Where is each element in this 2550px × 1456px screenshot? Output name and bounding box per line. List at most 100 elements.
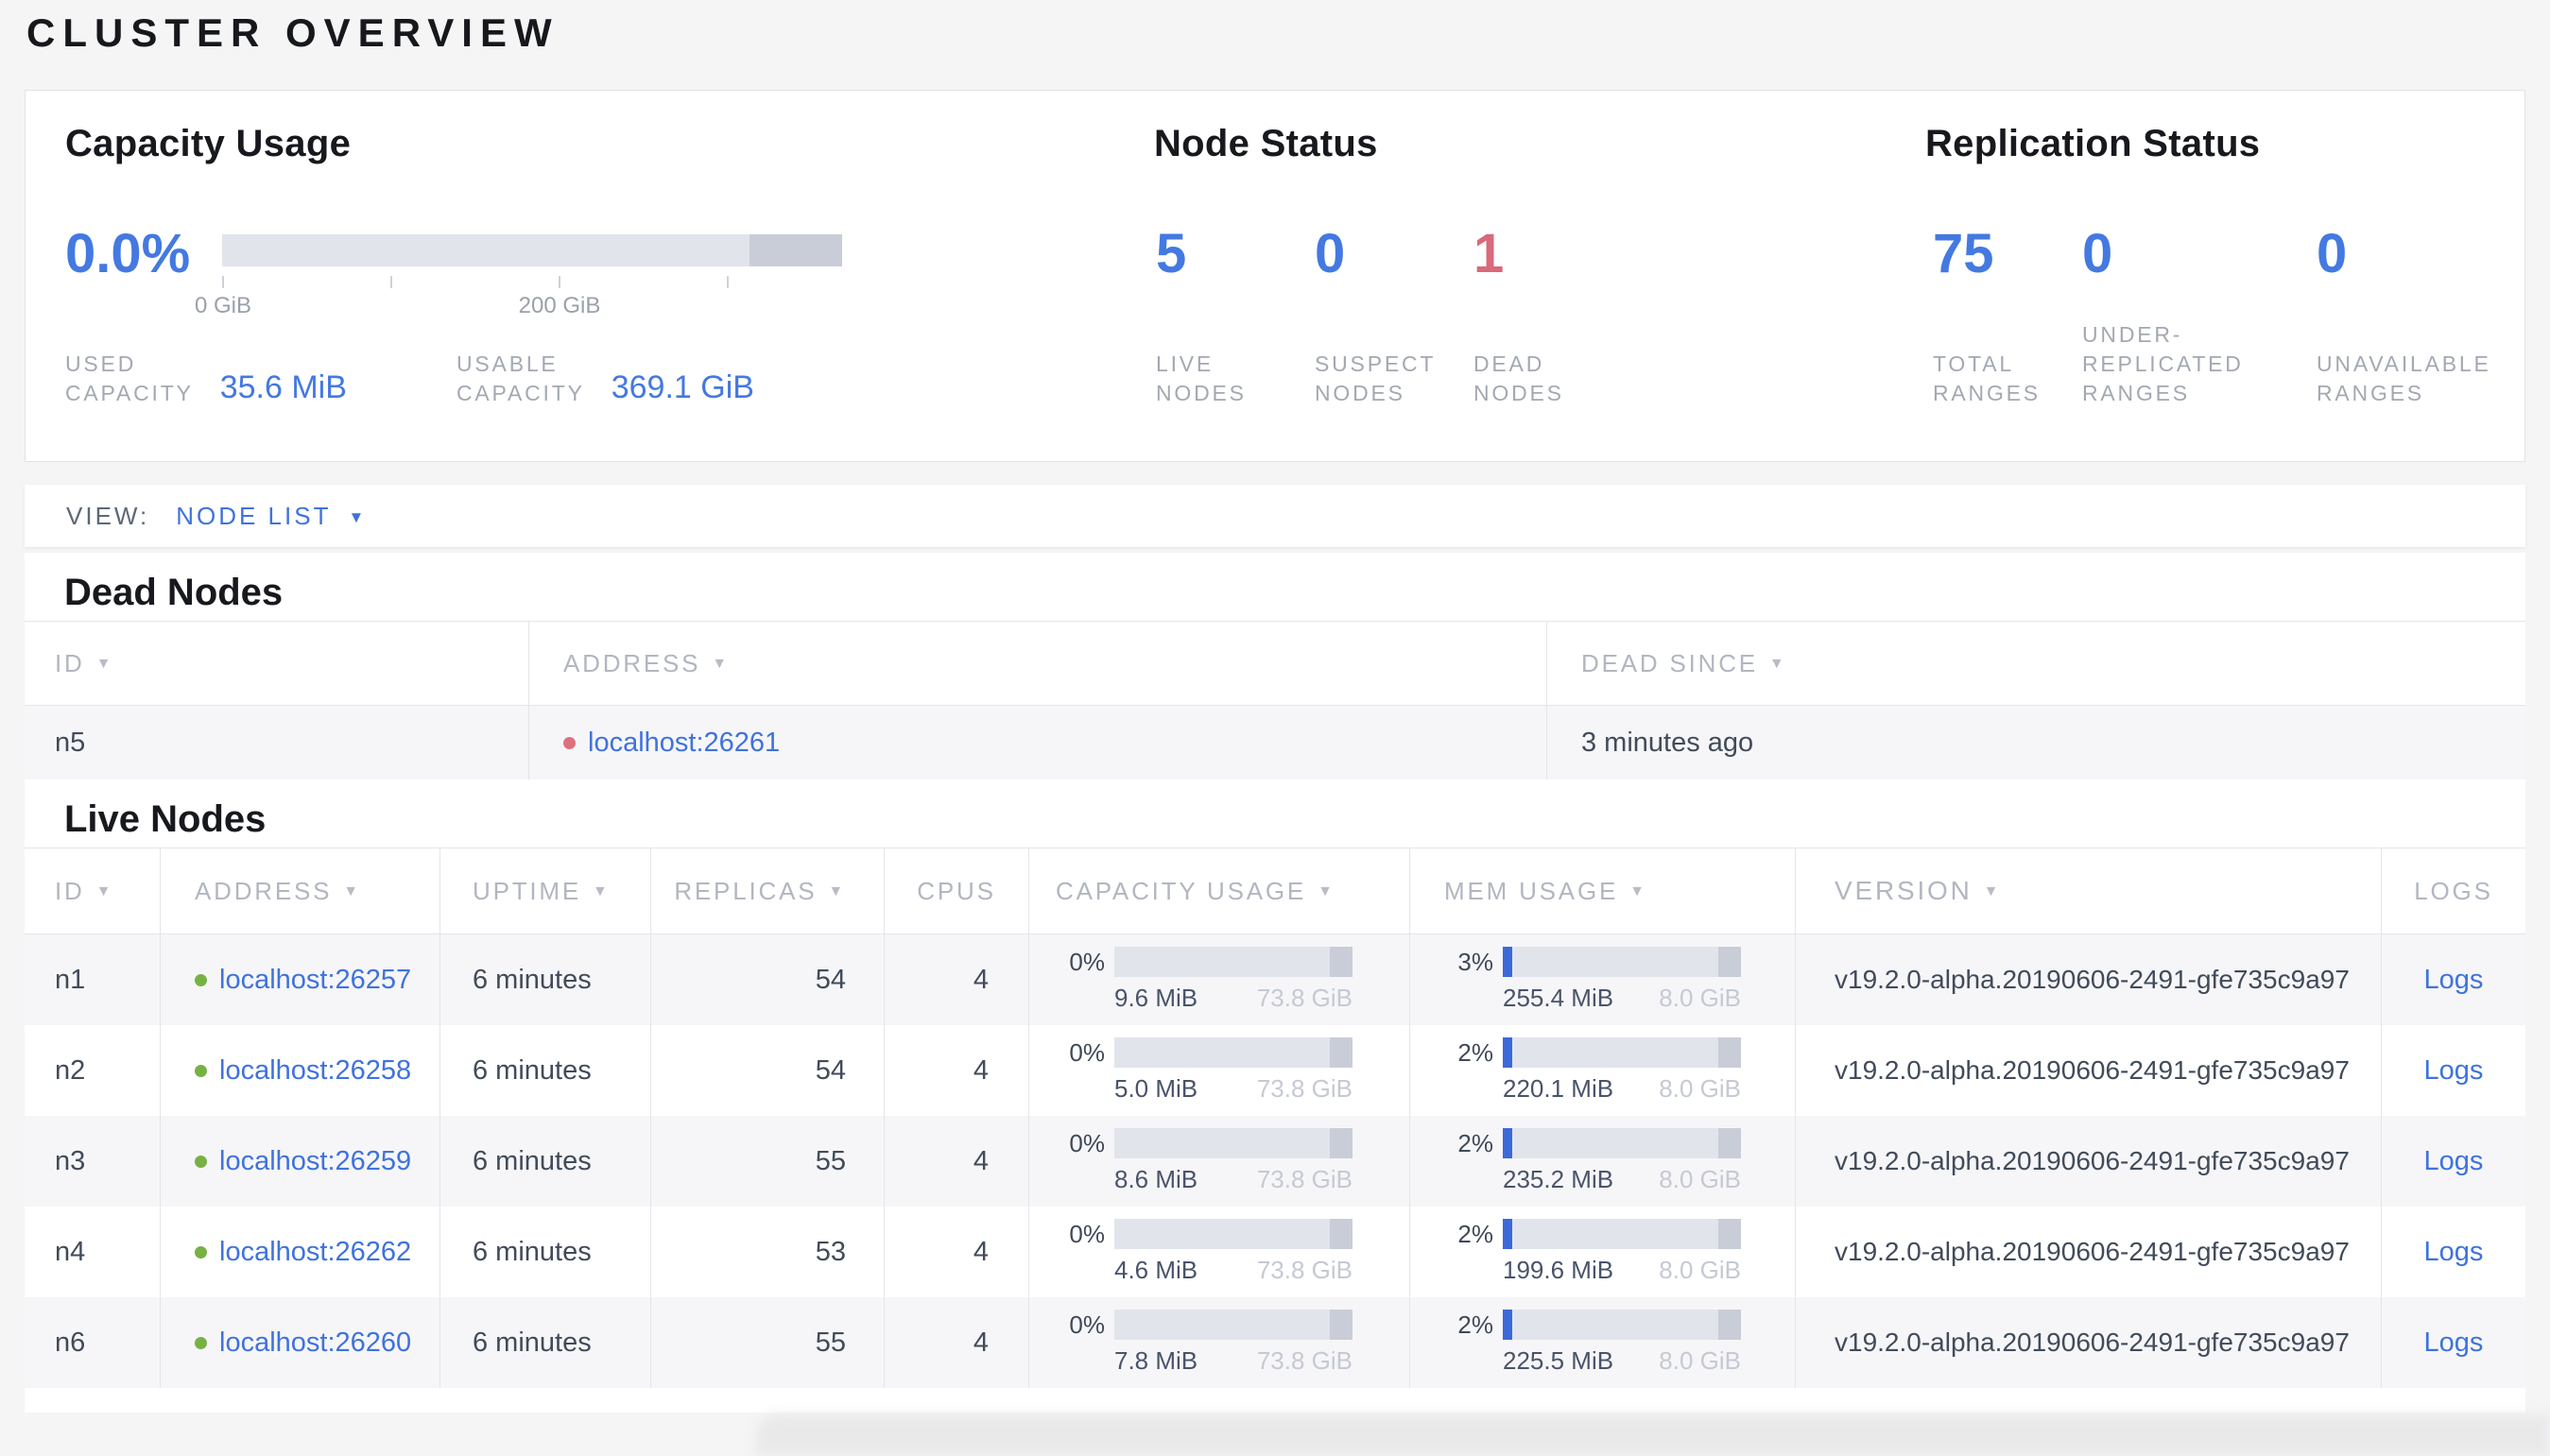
capacity-percent: 0% [1069, 1037, 1105, 1067]
live-status-dot-icon [195, 1155, 207, 1168]
capacity-usage-percent: 0.0% [65, 223, 191, 284]
mem-usage-cell: 3% 255.4 MiB 8.0 GiB [1410, 934, 1796, 1025]
node-address-link[interactable]: localhost:26258 [219, 1055, 411, 1087]
page-title: CLUSTER OVERVIEW [26, 10, 560, 55]
node-address-cell: localhost:26259 [161, 1116, 440, 1207]
mem-usage-cell: 2% 225.5 MiB 8.0 GiB [1410, 1297, 1796, 1388]
cpus-cell: 4 [885, 1207, 1029, 1297]
capacity-used-value: 8.6 MiB [1114, 1165, 1198, 1193]
capacity-usage-title: Capacity Usage [65, 123, 352, 164]
mem-used-value: 225.5 MiB [1503, 1346, 1614, 1375]
unavailable-ranges-label: UNAVAILABLE RANGES [2317, 351, 2491, 405]
axis-tick [559, 276, 560, 288]
sort-arrow-icon: ▼ [1768, 656, 1787, 672]
capacity-used-value: 7.8 MiB [1114, 1346, 1198, 1375]
replicas-cell: 55 [651, 1297, 885, 1388]
column-header-id[interactable]: ID ▼ [25, 848, 161, 934]
cluster-summary-panel: Capacity Usage 0.0% 0 GiB 200 GiB USED C… [25, 90, 2525, 462]
node-address-link[interactable]: localhost:26259 [219, 1146, 411, 1177]
node-id-cell: n4 [25, 1207, 161, 1297]
mem-total-value: 8.0 GiB [1659, 1074, 1741, 1103]
capacity-bar-marker [1330, 1219, 1353, 1249]
sort-arrow-icon: ▼ [95, 656, 114, 672]
node-address-cell: localhost:26257 [161, 934, 440, 1025]
capacity-bar [1114, 1219, 1353, 1249]
column-header-replicas[interactable]: REPLICAS ▼ [651, 848, 885, 934]
total-ranges-stat: 75 TOTAL RANGES [1933, 91, 2082, 461]
column-header-capacity-usage[interactable]: CAPACITY USAGE ▼ [1029, 848, 1410, 934]
sort-arrow-icon: ▼ [1983, 883, 2002, 899]
live-nodes-table-header: ID ▼ ADDRESS ▼ UPTIME ▼ REPLICAS ▼ CPUS CAPA… [25, 848, 2525, 934]
view-selector-dropdown[interactable]: NODE LIST ▼ [176, 502, 367, 531]
dead-nodes-table: ID ▼ ADDRESS ▼ DEAD SINCE ▼ n5 localhost:26… [25, 621, 2525, 779]
logs-cell: Logs [2382, 934, 2525, 1025]
live-node-row: n3 localhost:26259 6 minutes 55 4 0% 8.6… [25, 1116, 2525, 1207]
node-address-cell: localhost:26262 [161, 1207, 440, 1297]
node-id-cell: n1 [25, 934, 161, 1025]
usable-capacity-value: 369.1 GiB [611, 369, 754, 405]
capacity-usage-bar-marker [749, 234, 842, 266]
column-header-address[interactable]: ADDRESS ▼ [529, 622, 1547, 705]
axis-tick [390, 276, 392, 288]
node-id-cell: n6 [25, 1297, 161, 1388]
node-address-link[interactable]: localhost:26257 [219, 965, 411, 996]
logs-link[interactable]: Logs [2424, 1146, 2484, 1177]
logs-link[interactable]: Logs [2424, 965, 2484, 996]
node-address-link[interactable]: localhost:26261 [588, 728, 780, 759]
logs-link[interactable]: Logs [2424, 1328, 2484, 1359]
dead-nodes-stat: 1 DEAD NODES [1473, 91, 1644, 461]
mem-used-value: 199.6 MiB [1503, 1256, 1614, 1284]
capacity-usage-cell: 0% 8.6 MiB 73.8 GiB [1029, 1116, 1410, 1207]
column-header-version[interactable]: VERSION ▼ [1796, 848, 2382, 934]
used-capacity-label: USED CAPACITY [65, 351, 194, 405]
node-address-link[interactable]: localhost:26262 [219, 1237, 411, 1268]
capacity-total-value: 73.8 GiB [1256, 984, 1353, 1012]
replicas-cell: 53 [651, 1207, 885, 1297]
mem-bar-marker [1718, 1128, 1741, 1158]
column-header-logs[interactable]: LOGS [2382, 848, 2525, 934]
uptime-cell: 6 minutes [440, 1207, 651, 1297]
dead-node-row: n5 localhost:26261 3 minutes ago [25, 706, 2525, 779]
mem-bar [1503, 1310, 1741, 1340]
column-header-id[interactable]: ID ▼ [25, 622, 529, 705]
sort-arrow-icon: ▼ [1629, 883, 1647, 899]
mem-percent: 3% [1457, 947, 1493, 976]
capacity-percent: 0% [1069, 1219, 1105, 1248]
axis-tick [222, 276, 224, 288]
column-header-uptime[interactable]: UPTIME ▼ [440, 848, 651, 934]
mem-used-value: 235.2 MiB [1503, 1165, 1614, 1193]
column-header-cpus[interactable]: CPUS [885, 848, 1029, 934]
capacity-bar-marker [1330, 947, 1353, 977]
logs-link[interactable]: Logs [2424, 1237, 2484, 1268]
version-cell: v19.2.0-alpha.20190606-2491-gfe735c9a97 [1796, 1025, 2382, 1116]
column-header-address[interactable]: ADDRESS ▼ [161, 848, 440, 934]
unavailable-ranges-count: 0 [2317, 223, 2348, 284]
suspect-nodes-label: SUSPECT NODES [1315, 351, 1437, 405]
sort-arrow-icon: ▼ [828, 883, 846, 899]
replicas-cell: 54 [651, 934, 885, 1025]
capacity-bar-marker [1330, 1037, 1353, 1068]
mem-usage-cell: 2% 220.1 MiB 8.0 GiB [1410, 1025, 1796, 1116]
mem-bar [1503, 1219, 1741, 1249]
dead-since-cell: 3 minutes ago [1581, 727, 1754, 758]
mem-bar-fill [1503, 1037, 1512, 1068]
live-nodes-count: 5 [1156, 223, 1187, 284]
under-replicated-ranges-stat: 0 UNDER- REPLICATED RANGES [2082, 91, 2317, 461]
capacity-bar-marker [1330, 1128, 1353, 1158]
column-header-mem-usage[interactable]: MEM USAGE ▼ [1410, 848, 1796, 934]
node-address-link[interactable]: localhost:26260 [219, 1328, 411, 1359]
logs-link[interactable]: Logs [2424, 1055, 2484, 1087]
unavailable-ranges-stat: 0 UNAVAILABLE RANGES [2317, 91, 2506, 461]
capacity-usage-cell: 0% 5.0 MiB 73.8 GiB [1029, 1025, 1410, 1116]
capacity-total-value: 73.8 GiB [1256, 1165, 1353, 1193]
replicas-cell: 55 [651, 1116, 885, 1207]
live-node-row: n4 localhost:26262 6 minutes 53 4 0% 4.6… [25, 1207, 2525, 1297]
usable-capacity-stat: USABLE CAPACITY 369.1 GiB [457, 350, 754, 408]
mem-bar-fill [1503, 1310, 1512, 1340]
sort-arrow-icon: ▼ [712, 656, 730, 672]
column-header-dead-since[interactable]: DEAD SINCE ▼ [1547, 622, 2525, 705]
uptime-cell: 6 minutes [440, 934, 651, 1025]
capacity-percent: 0% [1069, 947, 1105, 976]
mem-bar-marker [1718, 947, 1741, 977]
capacity-used-value: 9.6 MiB [1114, 984, 1198, 1012]
